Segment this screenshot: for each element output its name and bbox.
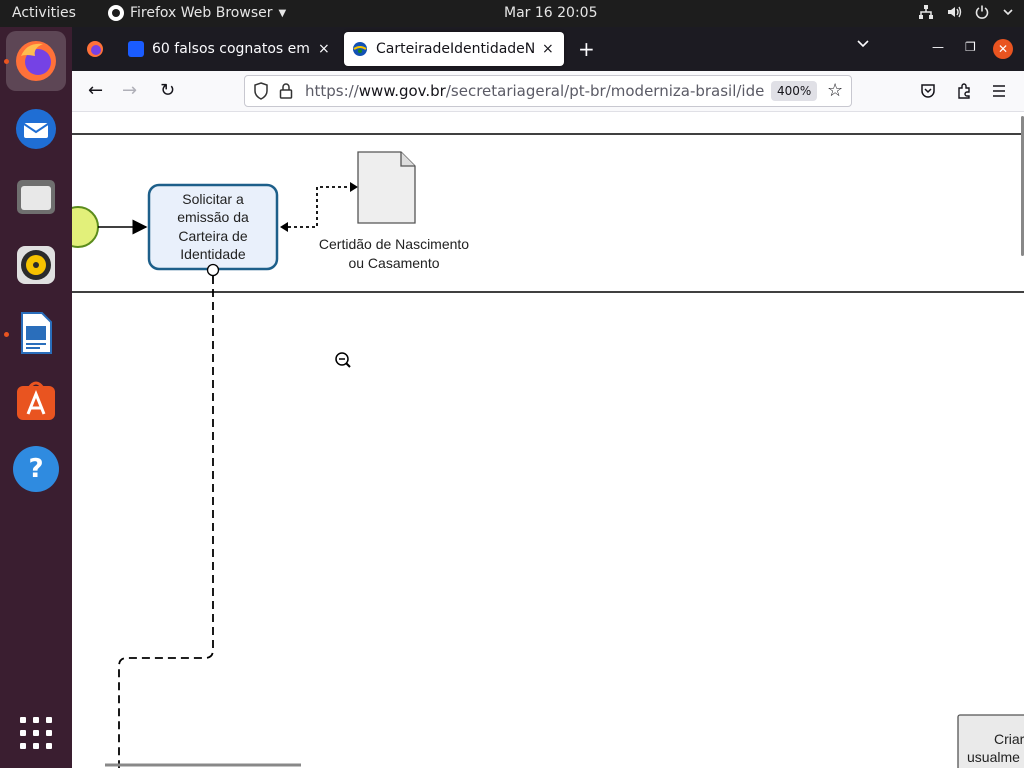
tab-bar: 60 falsos cognatos em es × CarteiradeIde… [72,27,1024,71]
running-indicator [4,332,9,337]
data-object-label-line: Certidão de Nascimento [319,236,469,252]
back-button[interactable]: ← [88,80,103,101]
clock[interactable]: Mar 16 20:05 [504,5,597,21]
url-text[interactable]: https://www.gov.br/secretariageral/pt-br… [305,82,765,100]
firefox-icon [108,5,124,21]
dock-help[interactable]: ? [6,439,66,499]
reload-button[interactable]: ↻ [160,80,175,101]
help-icon: ? [13,446,59,492]
close-window-button[interactable]: ✕ [993,39,1013,59]
shield-icon[interactable] [253,82,269,100]
close-icon[interactable]: × [542,41,554,57]
system-menu[interactable] [918,4,1014,20]
task-label-line: Carteira de [178,228,247,244]
lock-icon[interactable] [279,82,293,100]
tab-falsos-cognatos[interactable]: 60 falsos cognatos em es × [120,32,340,66]
caret-down-icon: ▼ [278,7,287,19]
arrow-right-icon [350,182,358,192]
app-menu[interactable]: Firefox Web Browser ▼ [108,5,286,21]
document-writer-icon [21,312,52,354]
dock-app-center[interactable] [6,371,66,431]
maximize-button[interactable]: ❐ [965,40,976,54]
network-icon [919,5,933,19]
data-object-certidao[interactable] [357,151,416,224]
tab-title: 60 falsos cognatos em es [152,41,312,57]
dock-writer[interactable] [6,303,66,363]
tab-pinned[interactable] [78,32,114,66]
activities-button[interactable]: Activities [12,5,76,21]
gov-br-favicon-icon [353,42,367,56]
dock-rhythmbox[interactable] [6,235,66,295]
gnome-top-bar: Activities Firefox Web Browser ▼ Mar 16 … [0,0,1024,27]
navigation-bar: ← → ↻ https://www.gov.br/secretariageral… [72,71,1024,112]
firefox-icon [16,41,56,81]
tab-carteira-identidade[interactable]: CarteiradeIdentidadeNac × [344,32,564,66]
close-icon[interactable]: × [318,41,330,57]
message-flow[interactable] [118,276,214,768]
extensions-icon[interactable] [956,83,972,99]
dock-thunderbird[interactable] [6,99,66,159]
chevron-down-icon [1003,9,1013,16]
volume-icon [948,6,962,18]
site-favicon-icon [128,41,144,57]
task-label-line: Criar [994,731,1024,747]
minimize-button[interactable]: — [932,40,944,54]
page-content: Solicitar a emissão da Carteira de Ident… [72,112,1024,768]
dock-files[interactable] [6,167,66,227]
app-center-icon [17,381,55,420]
bookmark-star-icon[interactable]: ☆ [827,80,843,101]
message-flow-start [206,263,220,277]
new-tab-button[interactable]: + [578,37,595,61]
list-all-tabs-icon[interactable] [856,37,870,51]
task-label-line: Identidade [180,246,246,262]
data-object-label-line: ou Casamento [348,255,439,271]
url-bar[interactable]: https://www.gov.br/secretariageral/pt-br… [244,75,852,107]
dock-firefox[interactable] [6,31,66,91]
task-criar-partial[interactable]: Criar usualme [957,714,1024,768]
pocket-icon[interactable] [920,83,936,99]
forward-button[interactable]: → [122,80,137,101]
dock: ? [0,27,72,768]
app-name: Firefox Web Browser [130,5,273,21]
data-association[interactable] [282,186,352,228]
arrow-left-icon [280,222,288,232]
task-label-line: usualme [967,749,1020,765]
files-icon [17,180,55,214]
thunderbird-icon [16,109,56,149]
rhythmbox-icon [17,246,55,284]
grid-icon [20,717,52,749]
hamburger-menu-icon[interactable] [992,84,1006,98]
task-solicitar-emissao[interactable]: Solicitar a emissão da Carteira de Ident… [147,183,279,271]
task-label-line: emissão da [177,209,249,225]
bpmn-diagram: Solicitar a emissão da Carteira de Ident… [72,133,1024,768]
start-event[interactable] [72,206,99,248]
power-icon [975,5,989,19]
task-label-line: Solicitar a [182,191,244,207]
zoom-level-badge[interactable]: 400% [771,81,818,101]
show-apps-button[interactable] [6,703,66,763]
tab-title: CarteiradeIdentidadeNac [376,41,536,57]
zoom-out-cursor-icon [335,352,351,368]
firefox-icon [87,41,103,57]
running-indicator [4,59,9,64]
